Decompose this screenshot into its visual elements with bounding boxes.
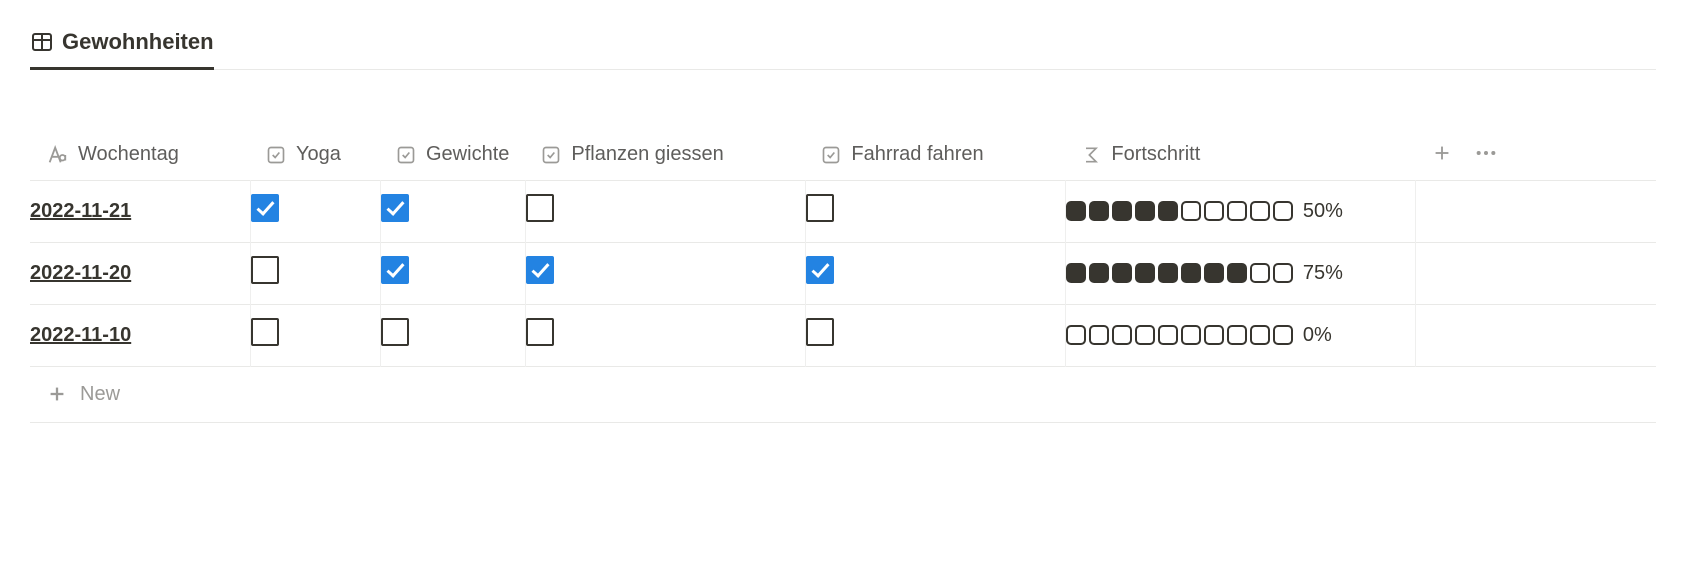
column-header-wochentag[interactable]: Wochentag	[30, 133, 250, 176]
tab-gewohnheiten[interactable]: Gewohnheiten	[30, 21, 214, 70]
column-label: Pflanzen giessen	[571, 143, 723, 166]
title-icon	[46, 144, 68, 166]
tabs: Gewohnheiten	[30, 20, 1656, 70]
progress-cell: 50%	[1066, 200, 1415, 223]
progress-square-filled	[1204, 263, 1224, 283]
yoga-checkbox[interactable]	[251, 318, 279, 346]
progress-square-filled	[1181, 263, 1201, 283]
progress-square-empty	[1227, 325, 1247, 345]
column-header-fahrrad[interactable]: Fahrrad fahren	[805, 133, 1065, 176]
progress-bar	[1066, 201, 1293, 221]
gewichte-checkbox[interactable]	[381, 318, 409, 346]
progress-square-filled	[1089, 201, 1109, 221]
progress-square-empty	[1135, 325, 1155, 345]
progress-square-empty	[1227, 201, 1247, 221]
progress-cell: 0%	[1066, 324, 1415, 347]
plus-icon	[46, 383, 68, 405]
pflanzen-checkbox[interactable]	[526, 318, 554, 346]
progress-square-filled	[1112, 201, 1132, 221]
progress-square-filled	[1089, 263, 1109, 283]
tab-label: Gewohnheiten	[62, 29, 214, 55]
table-header-row: Wochentag Yoga	[30, 130, 1656, 180]
yoga-checkbox[interactable]	[251, 256, 279, 284]
fahrrad-checkbox[interactable]	[806, 194, 834, 222]
progress-square-filled	[1158, 201, 1178, 221]
progress-label: 50%	[1303, 200, 1343, 223]
progress-square-empty	[1204, 201, 1224, 221]
fahrrad-checkbox[interactable]	[806, 318, 834, 346]
progress-square-filled	[1227, 263, 1247, 283]
progress-square-empty	[1250, 263, 1270, 283]
progress-square-filled	[1158, 263, 1178, 283]
progress-square-empty	[1158, 325, 1178, 345]
progress-square-filled	[1112, 263, 1132, 283]
pflanzen-checkbox[interactable]	[526, 256, 554, 284]
column-header-gewichte[interactable]: Gewichte	[380, 133, 525, 176]
progress-square-empty	[1181, 325, 1201, 345]
progress-bar	[1066, 325, 1293, 345]
row-title[interactable]: 2022-11-10	[30, 324, 131, 346]
table-row: 2022-11-21 50%	[30, 180, 1656, 242]
progress-square-empty	[1112, 325, 1132, 345]
gewichte-checkbox[interactable]	[381, 194, 409, 222]
column-label: Yoga	[296, 143, 341, 166]
progress-square-filled	[1135, 263, 1155, 283]
column-label: Fortschritt	[1111, 143, 1200, 166]
column-label: Fahrrad fahren	[851, 143, 983, 166]
fahrrad-checkbox[interactable]	[806, 256, 834, 284]
progress-label: 75%	[1303, 262, 1343, 285]
checkbox-icon	[396, 145, 416, 165]
progress-label: 0%	[1303, 324, 1332, 347]
progress-square-filled	[1066, 263, 1086, 283]
table-icon	[30, 30, 54, 54]
habits-table: Wochentag Yoga	[30, 130, 1656, 423]
column-label: Wochentag	[78, 143, 179, 166]
progress-square-empty	[1250, 325, 1270, 345]
formula-icon	[1081, 145, 1101, 165]
table-row: 2022-11-20 75%	[30, 242, 1656, 304]
row-title[interactable]: 2022-11-21	[30, 200, 131, 222]
progress-square-filled	[1135, 201, 1155, 221]
progress-square-filled	[1066, 201, 1086, 221]
new-row-label: New	[80, 383, 120, 406]
more-options-button[interactable]	[1473, 142, 1499, 167]
pflanzen-checkbox[interactable]	[526, 194, 554, 222]
column-header-fortschritt[interactable]: Fortschritt	[1065, 133, 1415, 176]
table-row: 2022-11-10 0%	[30, 304, 1656, 366]
column-header-pflanzen[interactable]: Pflanzen giessen	[525, 133, 805, 176]
yoga-checkbox[interactable]	[251, 194, 279, 222]
gewichte-checkbox[interactable]	[381, 256, 409, 284]
progress-bar	[1066, 263, 1293, 283]
checkbox-icon	[821, 145, 841, 165]
progress-square-empty	[1273, 325, 1293, 345]
row-title[interactable]: 2022-11-20	[30, 262, 131, 284]
progress-square-empty	[1204, 325, 1224, 345]
progress-square-empty	[1066, 325, 1086, 345]
column-header-yoga[interactable]: Yoga	[250, 133, 380, 176]
add-column-button[interactable]	[1431, 142, 1453, 167]
checkbox-icon	[266, 145, 286, 165]
progress-square-empty	[1181, 201, 1201, 221]
new-row-button[interactable]: New	[30, 367, 1656, 422]
progress-cell: 75%	[1066, 262, 1415, 285]
progress-square-empty	[1089, 325, 1109, 345]
checkbox-icon	[541, 145, 561, 165]
progress-square-empty	[1250, 201, 1270, 221]
progress-square-empty	[1273, 263, 1293, 283]
column-label: Gewichte	[426, 143, 509, 166]
progress-square-empty	[1273, 201, 1293, 221]
